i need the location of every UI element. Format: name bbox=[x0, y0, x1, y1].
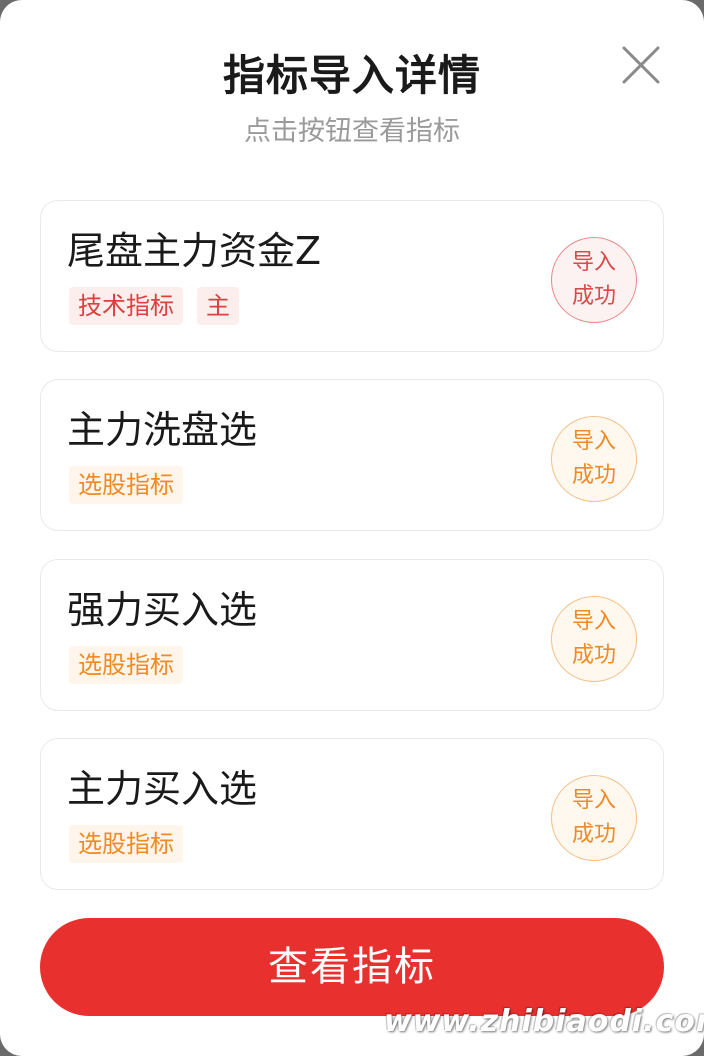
indicator-name: 主力买入选 bbox=[67, 767, 258, 811]
import-success-stamp: 导入 成功 bbox=[551, 596, 637, 682]
stamp-line2: 成功 bbox=[571, 463, 616, 488]
indicator-type-tag: 选股指标 bbox=[69, 466, 183, 504]
indicator-type-tag: 技术指标 bbox=[69, 287, 183, 325]
indicator-name: 尾盘主力资金Z bbox=[67, 229, 322, 273]
dialog-subtitle: 点击按钮查看指标 bbox=[244, 116, 460, 147]
stamp-line1: 导入 bbox=[571, 250, 616, 275]
indicator-tags: 选股指标 bbox=[69, 825, 183, 863]
indicator-type-tag: 选股指标 bbox=[69, 825, 183, 863]
site-watermark: www.zhibiaodi.com bbox=[384, 1004, 704, 1039]
close-icon[interactable] bbox=[614, 38, 668, 92]
import-success-stamp: 导入 成功 bbox=[551, 775, 637, 861]
indicator-subtype-tag: 主 bbox=[197, 287, 239, 325]
indicator-card[interactable]: 主力买入选 选股指标 导入 成功 bbox=[40, 738, 664, 890]
indicator-tags: 技术指标 主 bbox=[69, 287, 239, 325]
indicator-card[interactable]: 强力买入选 选股指标 导入 成功 bbox=[40, 559, 664, 711]
stamp-line1: 导入 bbox=[571, 609, 616, 634]
indicator-name: 主力洗盘选 bbox=[67, 408, 258, 452]
stamp-line1: 导入 bbox=[571, 429, 616, 454]
stamp-line1: 导入 bbox=[571, 788, 616, 813]
indicator-card[interactable]: 主力洗盘选 选股指标 导入 成功 bbox=[40, 379, 664, 531]
indicator-name: 强力买入选 bbox=[67, 588, 258, 632]
indicator-tags: 选股指标 bbox=[69, 466, 183, 504]
stamp-line2: 成功 bbox=[571, 284, 616, 309]
dialog-title: 指标导入详情 bbox=[222, 51, 481, 100]
import-success-stamp: 导入 成功 bbox=[551, 237, 637, 323]
indicator-tags: 选股指标 bbox=[69, 646, 183, 684]
indicator-import-dialog: 指标导入详情 点击按钮查看指标 尾盘主力资金Z 技术指标 主 导入 成功 主力洗… bbox=[0, 0, 704, 1056]
indicator-type-tag: 选股指标 bbox=[69, 646, 183, 684]
stamp-line2: 成功 bbox=[571, 822, 616, 847]
indicator-card[interactable]: 尾盘主力资金Z 技术指标 主 导入 成功 bbox=[40, 200, 664, 352]
import-success-stamp: 导入 成功 bbox=[551, 416, 637, 502]
stamp-line2: 成功 bbox=[571, 643, 616, 668]
